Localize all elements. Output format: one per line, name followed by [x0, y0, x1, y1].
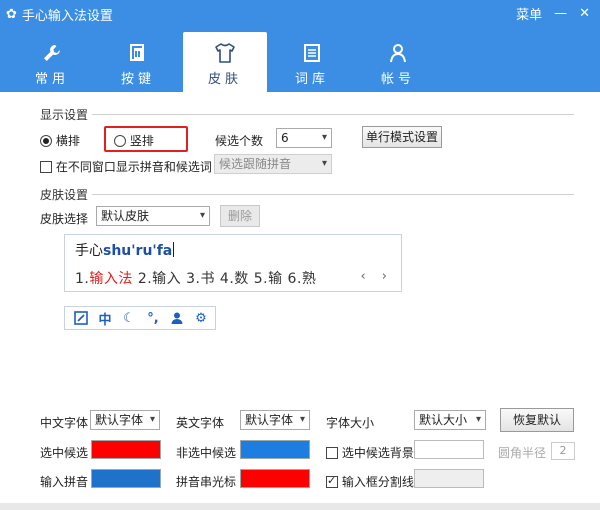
checkbox-icon: [326, 447, 338, 459]
selected-bg-color-swatch[interactable]: [414, 440, 484, 459]
unselected-cand-color-swatch[interactable]: [240, 440, 310, 459]
selected-cand-color-swatch[interactable]: [91, 440, 161, 459]
input-divider-color-swatch[interactable]: [414, 469, 484, 488]
wrench-icon: [10, 38, 94, 68]
divider: [92, 194, 574, 195]
minimize-button[interactable]: —: [554, 6, 567, 21]
corner-radius-input[interactable]: 2: [551, 442, 575, 460]
gear-icon: ⚙: [195, 310, 207, 326]
preview-input-prefix: 手心: [75, 243, 103, 259]
tab-skin[interactable]: 皮肤: [183, 32, 267, 92]
gear-icon: ✿: [6, 7, 17, 22]
preview-cand-1-num: 1.: [75, 271, 90, 287]
tab-strip: 常用 按键 皮肤 词库 帐号: [0, 32, 600, 92]
key-icon: [96, 38, 180, 68]
pinyin-cursor-color-swatch[interactable]: [240, 469, 310, 488]
tab-common[interactable]: 常用: [10, 32, 94, 92]
tab-label: 词库: [294, 72, 329, 87]
skin-select[interactable]: 默认皮肤 ▾: [96, 206, 210, 226]
window-title: ✿ 手心输入法设置: [6, 5, 113, 24]
selected-bg-label: 选中候选背景: [341, 446, 414, 460]
tab-label: 皮肤: [207, 72, 242, 87]
moon-icon: ☾: [123, 310, 135, 326]
checkbox-icon: [326, 474, 338, 488]
display-section-title: 显示设置: [40, 108, 89, 122]
horizontal-label: 横排: [55, 134, 80, 148]
chinese-font-label: 中文字体: [40, 416, 89, 430]
font-size-label: 字体大小: [326, 416, 375, 430]
preview-cand-1: 输入法: [89, 271, 133, 287]
tab-lexicon[interactable]: 词库: [270, 32, 354, 92]
input-pinyin-label: 输入拼音: [40, 475, 89, 489]
skin-select-label: 皮肤选择: [40, 212, 89, 226]
checkbox-edit-icon: [69, 308, 93, 328]
input-pinyin-color-swatch[interactable]: [91, 469, 161, 488]
follow-select[interactable]: 候选跟随拼音 ▾: [214, 154, 332, 174]
input-divider-checkbox[interactable]: 输入框分割线: [326, 473, 414, 490]
delete-skin-button[interactable]: 删除: [220, 205, 260, 227]
vertical-radio[interactable]: 竖排: [114, 132, 154, 149]
chinese-font-select[interactable]: 默认字体 ▾: [90, 410, 160, 430]
user-icon: [165, 308, 189, 328]
preview-page-arrows: ‹ ›: [360, 269, 393, 284]
chinese-mode-icon: 中: [98, 312, 112, 328]
pinyin-cursor-label: 拼音串光标: [176, 475, 237, 489]
selected-cand-label: 选中候选: [40, 446, 89, 460]
candidate-count-select[interactable]: 6 ▾: [276, 128, 332, 148]
bottom-strip: [0, 503, 600, 510]
chevron-down-icon: ▾: [475, 414, 481, 425]
preview-cursor: [173, 242, 175, 257]
tshirt-icon: [183, 38, 267, 68]
chevron-down-icon: ▾: [321, 132, 327, 143]
english-font-select[interactable]: 默认字体 ▾: [240, 410, 310, 430]
candidate-count-label: 候选个数: [215, 134, 264, 148]
radio-icon: [114, 135, 126, 147]
window-controls: 菜单 — ✕: [516, 4, 590, 23]
chevron-down-icon: ▾: [149, 414, 155, 425]
separate-window-label: 在不同窗口显示拼音和候选词: [55, 160, 212, 174]
header-bar: ✿ 手心输入法设置 菜单 — ✕ 常用 按键 皮肤 词库 帐号: [0, 0, 600, 92]
checkbox-icon: [40, 161, 52, 173]
tab-label: 常用: [34, 72, 69, 87]
book-icon: [270, 38, 354, 68]
punctuation-icon: °,: [147, 310, 159, 326]
user-icon: [356, 38, 440, 68]
tab-account[interactable]: 帐号: [356, 32, 440, 92]
skin-preview: 手心shu'ru'fa 1.输入法 2.输入 3.书 4.数 5.输 6.熟 ‹…: [64, 234, 402, 292]
chevron-down-icon: ▾: [299, 414, 305, 425]
skin-section-title: 皮肤设置: [40, 188, 89, 202]
font-size-select[interactable]: 默认大小 ▾: [414, 410, 486, 430]
input-divider-label: 输入框分割线: [341, 475, 414, 489]
corner-radius-label: 圆角半径: [498, 446, 547, 460]
candidate-count-value: 6: [281, 131, 289, 145]
preview-candidates: 1.输入法 2.输入 3.书 4.数 5.输 6.熟: [75, 268, 316, 288]
divider: [92, 114, 574, 115]
window-title-text: 手心输入法设置: [21, 9, 113, 24]
english-font-label: 英文字体: [176, 416, 225, 430]
chevron-down-icon: ▾: [199, 210, 205, 221]
tab-keys[interactable]: 按键: [96, 32, 180, 92]
follow-select-value: 候选跟随拼音: [219, 157, 292, 171]
selected-bg-checkbox[interactable]: 选中候选背景: [326, 444, 414, 461]
tab-label: 按键: [120, 72, 155, 87]
font-size-value: 默认大小: [419, 413, 468, 427]
unselected-cand-label: 非选中候选: [176, 446, 237, 460]
english-font-value: 默认字体: [245, 413, 294, 427]
close-button[interactable]: ✕: [579, 6, 590, 21]
horizontal-radio[interactable]: 横排: [40, 132, 80, 149]
chinese-font-value: 默认字体: [95, 413, 144, 427]
preview-input-pinyin: shu'ru'fa: [103, 243, 173, 259]
tab-label: 帐号: [380, 72, 415, 87]
chevron-down-icon: ▾: [321, 158, 327, 169]
vertical-label: 竖排: [129, 134, 154, 148]
status-toolbar-preview: 中 ☾ °, ⚙: [64, 306, 216, 330]
separate-window-checkbox[interactable]: 在不同窗口显示拼音和候选词: [40, 158, 212, 175]
restore-default-button[interactable]: 恢复默认: [500, 408, 574, 432]
menu-button[interactable]: 菜单: [516, 4, 542, 23]
single-line-button[interactable]: 单行模式设置: [362, 126, 442, 148]
preview-input: 手心shu'ru'fa: [75, 240, 175, 260]
skin-select-value: 默认皮肤: [101, 209, 150, 223]
radio-icon: [40, 135, 52, 147]
preview-cand-rest: 2.输入 3.书 4.数 5.输 6.熟: [137, 271, 317, 287]
